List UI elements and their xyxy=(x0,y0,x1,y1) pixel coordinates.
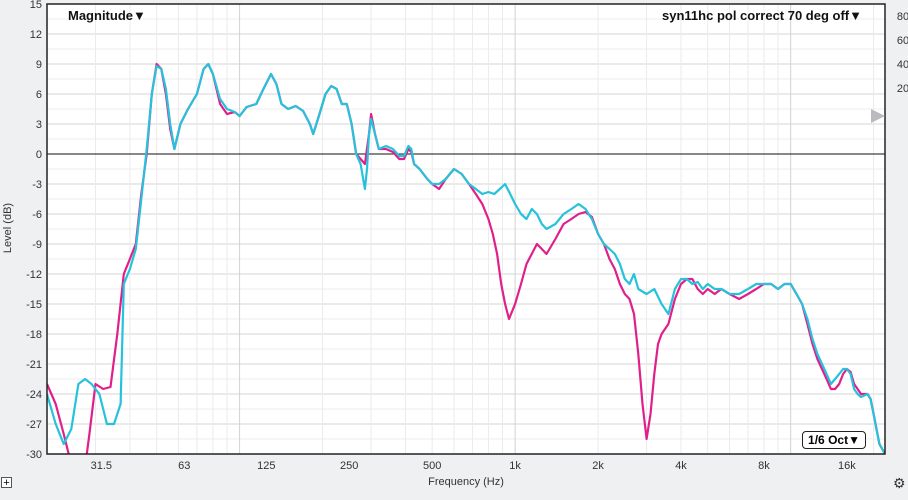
y-tick-label: -27 xyxy=(26,419,42,431)
expand-icon[interactable]: + xyxy=(1,477,12,489)
y-axis-label: Level (dB) xyxy=(2,203,14,253)
x-tick-label: 16k xyxy=(838,460,856,472)
y-tick-label: -6 xyxy=(32,209,42,221)
x-tick-label: 125 xyxy=(257,460,275,472)
level-handle-icon[interactable] xyxy=(871,109,885,123)
magnitude-dropdown[interactable]: Magnitude▼ xyxy=(68,8,146,23)
x-tick-label: 1k xyxy=(509,460,521,472)
y-tick-label: 6 xyxy=(36,89,42,101)
y-tick-label: -15 xyxy=(26,299,42,311)
x-tick-label: 4k xyxy=(675,460,687,472)
x-tick-label: 8k xyxy=(758,460,770,472)
x-tick-label: 500 xyxy=(423,460,441,472)
y-tick-label: -30 xyxy=(26,449,42,461)
x-tick-label: 250 xyxy=(340,460,358,472)
y-tick-label: -21 xyxy=(26,359,42,371)
y-tick-label: 9 xyxy=(36,59,42,71)
y-tick-label: -9 xyxy=(32,239,42,251)
frequency-response-chart: 15129630-3-6-9-12-15-18-21-24-27-30 31.5… xyxy=(0,0,908,500)
y-tick-label: 3 xyxy=(36,119,42,131)
right-tick-label: 40 xyxy=(897,59,908,71)
y-tick-label: -24 xyxy=(26,389,42,401)
x-tick-label: 63 xyxy=(178,460,190,472)
measurement-title[interactable]: syn11hc pol correct 70 deg off▼ xyxy=(662,8,862,23)
x-tick-label: 31.5 xyxy=(91,460,112,472)
right-tick-label: 80 xyxy=(897,11,908,23)
gear-icon[interactable]: ⚙ xyxy=(893,476,906,490)
right-tick-label: 60 xyxy=(897,35,908,47)
y-tick-label: 12 xyxy=(30,29,42,41)
y-tick-label: -12 xyxy=(26,269,42,281)
x-axis-label: Frequency (Hz) xyxy=(428,476,504,488)
y-tick-label: -18 xyxy=(26,329,42,341)
smoothing-dropdown[interactable]: 1/6 Oct▼ xyxy=(802,431,866,449)
y-tick-label: 15 xyxy=(30,0,42,11)
y-tick-label: 0 xyxy=(36,149,42,161)
x-tick-label: 2k xyxy=(592,460,604,472)
right-tick-label: 20 xyxy=(897,83,908,95)
y-tick-label: -3 xyxy=(32,179,42,191)
